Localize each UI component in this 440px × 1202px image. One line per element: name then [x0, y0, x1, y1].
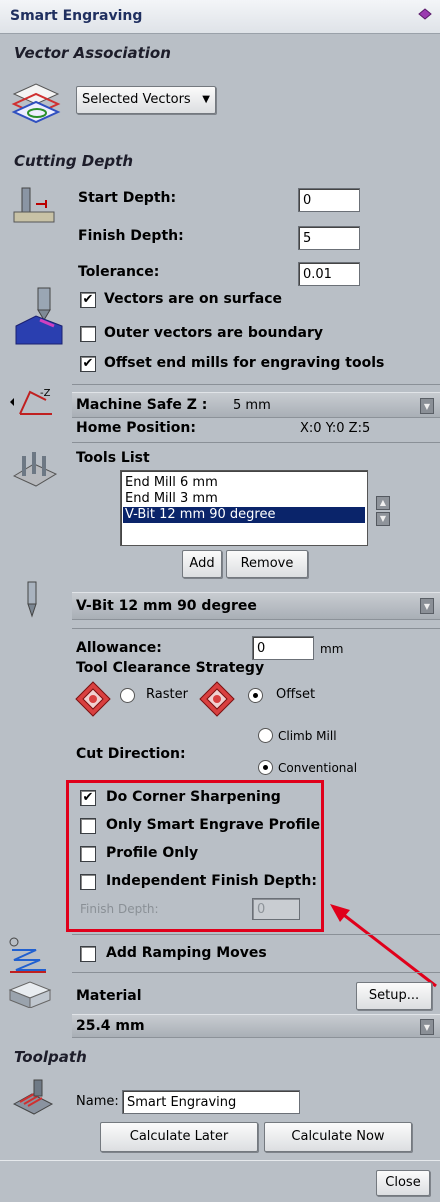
- offset-end-mills-label: Offset end mills for engraving tools: [104, 355, 385, 371]
- vectors-on-surface-checkbox[interactable]: ✔: [80, 292, 96, 308]
- vectors-surface-icon: [15, 287, 63, 345]
- title-bar: Smart Engraving: [0, 0, 440, 34]
- toolpath-icon: [12, 1079, 54, 1115]
- profile-only-label: Profile Only: [106, 845, 199, 861]
- divider: [72, 442, 440, 443]
- calculate-later-button[interactable]: Calculate Later: [100, 1122, 258, 1152]
- conventional-radio[interactable]: [258, 760, 273, 775]
- offset-radio[interactable]: [248, 688, 263, 703]
- window-title: Smart Engraving: [10, 8, 143, 24]
- independent-finish-label: Independent Finish Depth:: [106, 873, 317, 889]
- home-position-label: Home Position:: [76, 420, 196, 436]
- tolerance-label: Tolerance:: [78, 264, 160, 280]
- conventional-label: Conventional: [278, 761, 358, 775]
- vectors-on-surface-label: Vectors are on surface: [104, 291, 283, 307]
- allowance-input[interactable]: 0: [252, 636, 314, 660]
- finish-depth-secondary-input[interactable]: 0: [252, 898, 300, 920]
- selected-tool-bar[interactable]: V-Bit 12 mm 90 degree ▼: [72, 592, 440, 620]
- footer: [0, 1160, 440, 1202]
- divider: [72, 384, 440, 385]
- tools-list-icon: [12, 452, 58, 487]
- divider: [72, 972, 440, 973]
- tools-listbox[interactable]: End Mill 6 mm End Mill 3 mm V-Bit 12 mm …: [120, 470, 368, 546]
- material-icon: [8, 981, 52, 1008]
- start-depth-label: Start Depth:: [78, 190, 177, 206]
- offset-end-mills-checkbox[interactable]: ✔: [80, 356, 96, 372]
- finish-depth-input[interactable]: 5: [298, 226, 360, 250]
- cutting-depth-header: Cutting Depth: [14, 152, 134, 170]
- machine-safe-z-bar[interactable]: Machine Safe Z : 5 mm ▼: [72, 392, 440, 418]
- toolpath-name-input[interactable]: Smart Engraving: [122, 1090, 300, 1114]
- chevron-down-icon: ▼: [202, 94, 210, 105]
- material-setup-button[interactable]: Setup...: [356, 982, 432, 1010]
- tolerance-input[interactable]: 0.01: [298, 262, 360, 286]
- safe-z-value: 5 mm: [233, 398, 271, 413]
- move-down-icon[interactable]: ▼: [376, 512, 390, 526]
- pin-icon[interactable]: [418, 8, 432, 20]
- allowance-unit: mm: [320, 642, 344, 656]
- climb-mill-label: Climb Mill: [278, 729, 337, 743]
- selection-mode-value: Selected Vectors: [82, 92, 191, 107]
- selection-mode-dropdown[interactable]: Selected Vectors ▼: [76, 86, 216, 114]
- smart-engraving-panel: Smart Engraving Vector Association Selec…: [0, 0, 440, 1202]
- outer-vectors-boundary-checkbox[interactable]: [80, 326, 96, 342]
- safe-z-label: Machine Safe Z :: [76, 397, 208, 413]
- toolpath-header: Toolpath: [14, 1048, 87, 1066]
- expand-icon[interactable]: ▼: [420, 598, 434, 614]
- expand-icon[interactable]: ▼: [420, 1019, 434, 1035]
- finish-depth-label: Finish Depth:: [78, 228, 184, 244]
- ramping-checkbox[interactable]: [80, 946, 96, 962]
- home-position-value: X:0 Y:0 Z:5: [300, 421, 371, 436]
- move-up-icon[interactable]: ▲: [376, 496, 390, 510]
- corner-sharpening-checkbox[interactable]: ✔: [80, 790, 96, 806]
- raster-radio[interactable]: [120, 688, 135, 703]
- raster-strategy-icon[interactable]: [74, 680, 112, 718]
- toolpath-name-label: Name:: [76, 1094, 119, 1109]
- clearance-strategy-label: Tool Clearance Strategy: [76, 660, 265, 676]
- vector-association-icon: [11, 83, 61, 124]
- safe-z-icon: -Z: [10, 388, 52, 415]
- material-label: Material: [76, 988, 142, 1004]
- expand-icon[interactable]: ▼: [420, 398, 434, 414]
- finish-depth-secondary-label: Finish Depth:: [80, 902, 159, 916]
- material-thickness-value: 25.4 mm: [76, 1018, 145, 1034]
- independent-finish-checkbox[interactable]: [80, 874, 96, 890]
- divider: [72, 934, 440, 935]
- cutting-depth-icon: [13, 187, 55, 223]
- tool-item[interactable]: End Mill 3 mm: [123, 491, 365, 507]
- cut-direction-label: Cut Direction:: [76, 746, 186, 762]
- close-button[interactable]: Close: [376, 1170, 430, 1196]
- corner-sharpening-label: Do Corner Sharpening: [106, 789, 281, 805]
- only-profile-checkbox[interactable]: [80, 818, 96, 834]
- outer-vectors-boundary-label: Outer vectors are boundary: [104, 325, 323, 341]
- calculate-now-button[interactable]: Calculate Now: [264, 1122, 412, 1152]
- start-depth-input[interactable]: 0: [298, 188, 360, 212]
- ramping-label: Add Ramping Moves: [106, 945, 267, 961]
- raster-label: Raster: [146, 687, 188, 702]
- tool-item[interactable]: End Mill 6 mm: [123, 475, 365, 491]
- material-thickness-bar[interactable]: 25.4 mm ▼: [72, 1014, 440, 1038]
- red-arrow-annotation: [330, 904, 437, 988]
- profile-only-checkbox[interactable]: [80, 846, 96, 862]
- offset-strategy-icon[interactable]: [198, 680, 236, 718]
- selected-tool-name: V-Bit 12 mm 90 degree: [76, 598, 257, 614]
- only-profile-label: Only Smart Engrave Profile: [106, 817, 321, 833]
- tool-item-selected[interactable]: V-Bit 12 mm 90 degree: [123, 507, 365, 523]
- tools-list-header: Tools List: [76, 450, 150, 466]
- climb-mill-radio[interactable]: [258, 728, 273, 743]
- divider: [72, 628, 440, 629]
- allowance-label: Allowance:: [76, 640, 162, 656]
- offset-label: Offset: [276, 687, 316, 702]
- add-tool-button[interactable]: Add: [182, 550, 222, 578]
- vector-association-header: Vector Association: [14, 44, 171, 62]
- svg-text:-Z: -Z: [40, 388, 51, 399]
- remove-tool-button[interactable]: Remove: [226, 550, 308, 578]
- ramping-icon: [9, 937, 46, 973]
- vbit-icon: [27, 581, 37, 618]
